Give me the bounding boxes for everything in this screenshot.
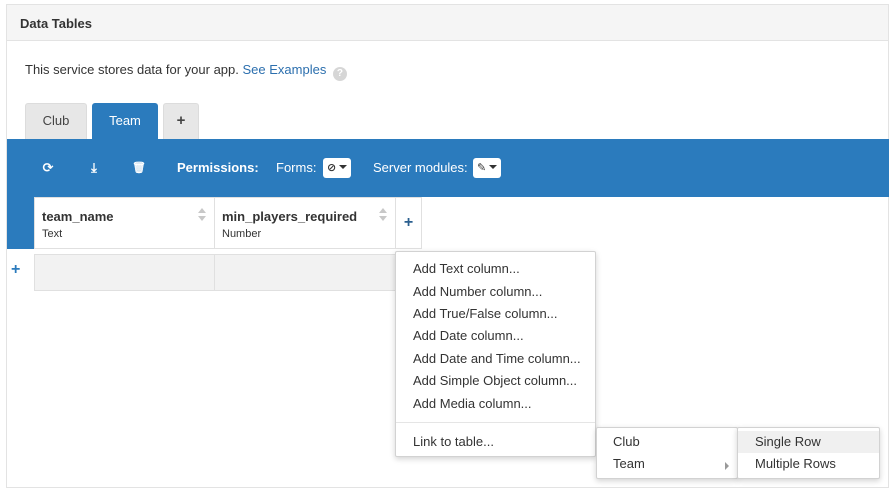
menu-item-add-date-time-column[interactable]: Add Date and Time column...: [396, 351, 595, 366]
panel-header: Data Tables: [7, 5, 888, 41]
column-type: Number: [222, 228, 262, 240]
link-table-submenu: Club Team: [596, 427, 738, 479]
column-header-team-name[interactable]: team_name Text: [34, 197, 215, 249]
column-name: min_players_required: [222, 209, 358, 224]
submenu-item-single-row[interactable]: Single Row: [738, 431, 879, 453]
table-left-strip: [7, 197, 34, 249]
menu-item-link-to-table[interactable]: Link to table...: [396, 434, 595, 449]
pencil-icon: ✎: [477, 162, 487, 174]
server-modules-label: Server modules:: [373, 160, 468, 175]
help-icon[interactable]: ?: [332, 67, 347, 81]
sort-icon[interactable]: [198, 208, 206, 222]
add-column-menu: Add Text column... Add Number column... …: [395, 251, 596, 457]
column-type: Text: [42, 228, 63, 240]
menu-item-add-text-column[interactable]: Add Text column...: [396, 261, 595, 276]
permissions-label: Permissions:: [177, 160, 259, 175]
trash-icon[interactable]: 🗑: [124, 155, 154, 181]
menu-item-add-number-column[interactable]: Add Number column...: [396, 284, 595, 299]
forms-permission-dropdown[interactable]: ⊘: [323, 158, 352, 178]
menu-item-add-media-column[interactable]: Add Media column...: [396, 396, 595, 411]
relationship-submenu: Single Row Multiple Rows: [737, 427, 880, 479]
server-modules-permission-dropdown[interactable]: ✎: [473, 158, 502, 178]
menu-item-add-date-column[interactable]: Add Date column...: [396, 328, 595, 343]
chevron-right-icon: [725, 462, 729, 470]
intro-description: This service stores data for your app.: [25, 62, 239, 77]
tab-club[interactable]: Club: [25, 103, 87, 139]
intro-text: This service stores data for your app. S…: [25, 62, 347, 81]
tab-team[interactable]: Team: [92, 103, 158, 139]
column-header-min-players-required[interactable]: min_players_required Number: [214, 197, 396, 249]
menu-divider: [396, 422, 595, 423]
submenu-item-club[interactable]: Club: [597, 434, 737, 454]
new-row-cell[interactable]: [34, 254, 215, 291]
panel-title: Data Tables: [20, 16, 93, 31]
table-toolbar: ⟳ ⤓ 🗑 Permissions: Forms: ⊘ Server modul…: [7, 139, 889, 197]
new-row-cell[interactable]: [214, 254, 396, 291]
chevron-down-icon: [489, 165, 498, 169]
forms-label: Forms:: [276, 160, 317, 175]
menu-item-add-true-false-column[interactable]: Add True/False column...: [396, 306, 595, 321]
submenu-item-multiple-rows[interactable]: Multiple Rows: [738, 453, 879, 475]
menu-item-add-simple-object-column[interactable]: Add Simple Object column...: [396, 373, 595, 388]
see-examples-link[interactable]: See Examples: [243, 62, 327, 77]
sort-icon[interactable]: [379, 208, 387, 222]
add-table-tab[interactable]: +: [163, 103, 199, 139]
add-row-button[interactable]: +: [11, 261, 20, 279]
download-icon[interactable]: ⤓: [79, 155, 109, 181]
no-access-icon: ⊘: [327, 162, 337, 174]
column-name: team_name: [42, 209, 114, 224]
chevron-down-icon: [339, 165, 348, 169]
add-column-button[interactable]: +: [395, 197, 422, 249]
submenu-item-team-label: Team: [613, 456, 645, 471]
submenu-item-team[interactable]: Team: [597, 456, 737, 476]
refresh-icon[interactable]: ⟳: [33, 155, 63, 181]
